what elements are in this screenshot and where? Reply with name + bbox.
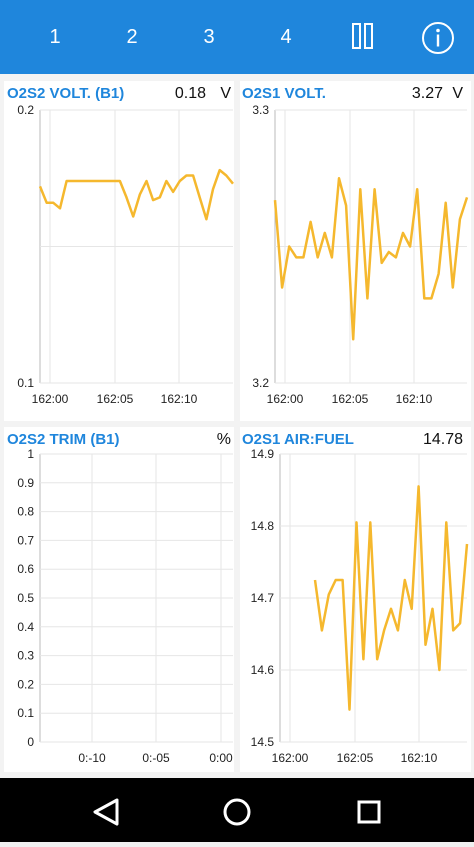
y-tick-label: 0.6 bbox=[17, 562, 34, 576]
tab-4[interactable]: 4 bbox=[266, 22, 306, 52]
dashboard: O2S2 VOLT. (B1) 0.18 V O2S1 VOLT. 3.27 V… bbox=[0, 74, 474, 778]
series-line bbox=[38, 168, 234, 221]
y-tick-label: 1 bbox=[27, 447, 34, 461]
x-tick-label: 0:-10 bbox=[78, 751, 106, 765]
x-tick-label: 162:05 bbox=[337, 751, 374, 765]
y-tick-label: 0.2 bbox=[17, 677, 34, 691]
top-toolbar: 1 2 3 4 bbox=[0, 0, 474, 74]
pause-button[interactable] bbox=[348, 20, 378, 54]
recents-square-icon[interactable] bbox=[357, 800, 381, 824]
x-tick-label: 162:10 bbox=[161, 392, 198, 406]
y-tick-label: 14.9 bbox=[251, 447, 275, 461]
back-triangle-icon[interactable] bbox=[93, 798, 119, 826]
info-icon bbox=[422, 22, 454, 54]
y-tick-label: 14.5 bbox=[251, 735, 275, 749]
x-tick-label: 162:00 bbox=[267, 392, 304, 406]
y-tick-label: 0.3 bbox=[17, 649, 34, 663]
x-tick-label: 0:-05 bbox=[142, 751, 170, 765]
x-tick-label: 162:10 bbox=[401, 751, 438, 765]
x-tick-label: 162:00 bbox=[272, 751, 309, 765]
y-tick-label: 0.9 bbox=[17, 476, 34, 490]
pause-icon bbox=[352, 23, 373, 49]
tab-1[interactable]: 1 bbox=[35, 22, 75, 52]
y-tick-label: 0.1 bbox=[17, 376, 34, 390]
y-tick-label: 3.3 bbox=[252, 103, 269, 117]
x-tick-label: 162:10 bbox=[396, 392, 433, 406]
charts-layer: 0.2 0.1 162:00 162:05 162:10 3.3 3.2 162:00 162:… bbox=[17, 103, 469, 765]
y-tick-label: 0.4 bbox=[17, 620, 34, 634]
y-tick-label: 14.6 bbox=[251, 663, 275, 677]
tab-3[interactable]: 3 bbox=[189, 22, 229, 52]
y-tick-label: 0 bbox=[27, 735, 34, 749]
system-nav-bar bbox=[0, 778, 474, 842]
y-tick-label: 0.8 bbox=[17, 505, 34, 519]
y-tick-label: 14.8 bbox=[251, 519, 275, 533]
y-tick-label: 14.7 bbox=[251, 591, 275, 605]
y-tick-label: 0.5 bbox=[17, 591, 34, 605]
x-tick-label: 0:00 bbox=[209, 751, 233, 765]
y-tick-label: 0.1 bbox=[17, 706, 34, 720]
x-tick-label: 162:00 bbox=[32, 392, 69, 406]
x-tick-label: 162:05 bbox=[97, 392, 134, 406]
x-tick-label: 162:05 bbox=[332, 392, 369, 406]
y-tick-label: 0.7 bbox=[17, 533, 34, 547]
tab-2[interactable]: 2 bbox=[112, 22, 152, 52]
y-tick-label: 3.2 bbox=[252, 376, 269, 390]
series-line bbox=[273, 177, 469, 341]
y-tick-label: 0.2 bbox=[17, 103, 34, 117]
home-circle-icon[interactable] bbox=[223, 798, 251, 826]
info-button[interactable] bbox=[420, 20, 456, 56]
